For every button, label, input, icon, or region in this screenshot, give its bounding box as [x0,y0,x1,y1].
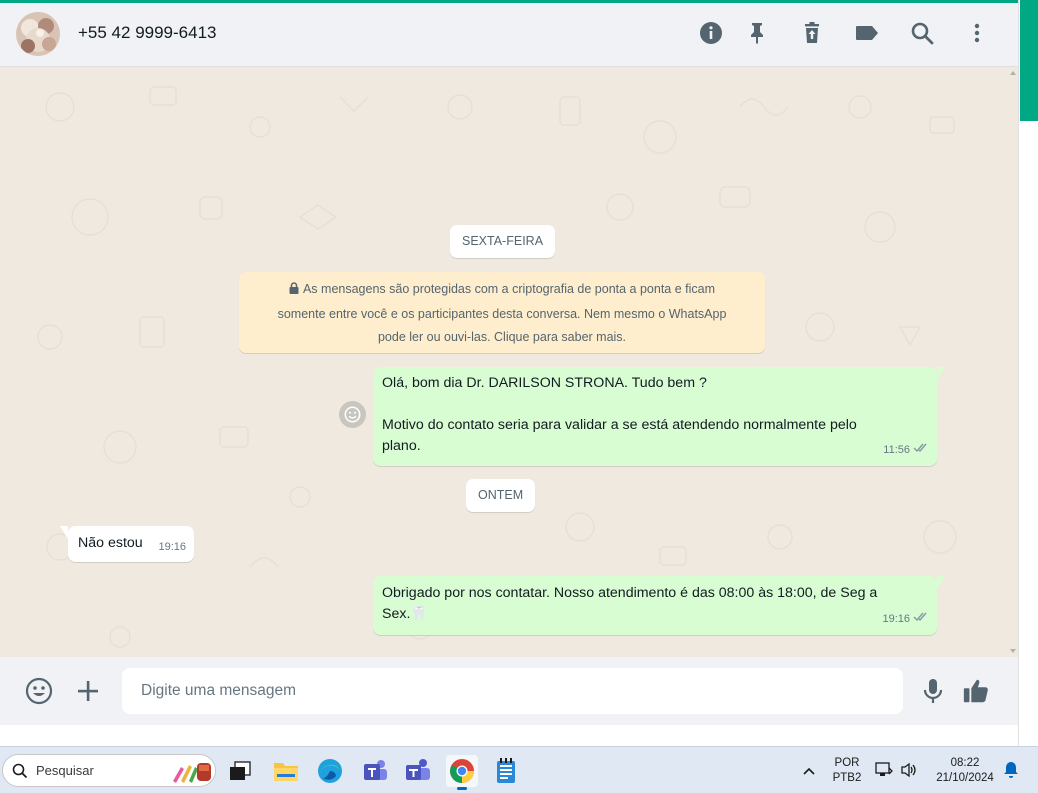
encryption-notice-line: As mensagens são protegidas com a cripto… [249,278,755,303]
double-check-icon [913,440,929,461]
keyboard-layout: PTB2 [832,772,862,784]
clock-time: 08:22 [950,757,980,769]
teams-classic-icon[interactable] [402,755,434,787]
date-chip-yesterday: ONTEM [466,479,536,512]
search-icon [12,763,28,784]
encryption-notice-text-3: pode ler ou ouvi-las. Clique para saber … [377,330,627,344]
menu-icon[interactable] [963,19,991,47]
message-text: Motivo do contato seria para validar a s… [382,417,857,433]
file-explorer-icon[interactable] [270,755,302,787]
double-check-icon [913,609,929,630]
side-panel-edge [1018,0,1038,746]
scroll-down-arrow[interactable] [1010,649,1016,653]
message-meta: 19:16 [882,609,929,630]
message-composer [0,657,1018,725]
avatar[interactable] [16,12,60,56]
window-bottom-gap [0,725,1018,746]
side-panel-accent [1020,0,1038,121]
message-text: Olá, bom dia Dr. DARILSON STRONA. Tudo b… [382,375,707,391]
emoji-reaction-button[interactable] [339,401,366,428]
pin-icon[interactable] [743,19,771,47]
chat-header: +55 42 9999-6413 [0,3,1018,67]
message-time: 19:16 [882,613,910,625]
label-icon[interactable] [853,19,881,47]
date-chip-friday: SEXTA-FEIRA [450,225,556,258]
taskbar-search-label: Pesquisar [36,763,94,778]
chat-area: SEXTA-FEIRA As mensagens são protegidas … [0,67,1018,657]
thumbs-up-icon[interactable] [962,677,990,705]
attach-plus-icon[interactable] [74,677,102,705]
trash-icon[interactable] [798,19,826,47]
bubble-tail [937,367,945,380]
language-code: POR [834,757,860,769]
notepad-icon[interactable] [490,755,522,787]
message-text: Obrigado por nos contatar. Nosso atendim… [382,585,878,601]
taskbar-search[interactable]: Pesquisar [2,754,216,787]
clock-date: 21/10/2024 [936,772,994,784]
clock[interactable]: 08:22 21/10/2024 [930,756,1000,786]
encryption-notice[interactable]: As mensagens são protegidas com a cripto… [239,272,765,353]
network-icon[interactable] [875,762,893,783]
search-icon[interactable] [908,19,936,47]
lock-icon [289,279,299,303]
task-view-icon[interactable] [224,755,256,787]
message-text: Sex.🦷 [382,606,429,622]
active-app-indicator [457,787,467,790]
chevron-up-icon[interactable] [802,763,816,781]
message-text: Não estou [78,535,143,551]
message-bubble-incoming[interactable]: Não estou 19:16 [60,526,194,562]
search-highlight-icon [171,759,213,788]
message-meta: 11:56 [883,440,929,461]
whatsapp-window: +55 42 9999-6413 SEXTA-FEIRA As mensagen… [0,0,1038,746]
message-text: plano. [382,438,421,454]
encryption-notice-text-1: As mensagens são protegidas com a cripto… [302,282,716,296]
encryption-notice-text-2: somente entre você e os participantes de… [277,306,727,321]
volume-icon[interactable] [900,762,918,783]
message-time: 11:56 [883,444,910,456]
message-meta: 19:16 [158,537,186,558]
chat-scrollbar[interactable] [1010,71,1016,653]
message-input[interactable] [122,668,903,714]
bubble-tail [60,526,68,539]
contact-name[interactable]: +55 42 9999-6413 [78,23,217,43]
bubble-tail [937,576,945,589]
scroll-up-arrow[interactable] [1010,71,1016,75]
notification-bell-icon[interactable] [1003,761,1019,784]
microphone-icon[interactable] [919,677,947,705]
message-bubble-outgoing[interactable]: Olá, bom dia Dr. DARILSON STRONA. Tudo b… [373,367,945,466]
edge-browser-icon[interactable] [314,755,346,787]
chrome-icon[interactable] [446,755,478,790]
message-bubble-outgoing[interactable]: Obrigado por nos contatar. Nosso atendim… [373,576,945,635]
chat-doodle-pattern [37,86,957,648]
info-icon[interactable] [697,19,725,47]
message-time: 19:16 [158,541,186,553]
taskbar: Pesquisar POR PTB2 08:22 21/10/2024 [0,746,1038,793]
teams-icon[interactable] [359,755,391,787]
language-indicator[interactable]: POR PTB2 [832,756,862,786]
emoji-icon[interactable] [25,677,53,705]
